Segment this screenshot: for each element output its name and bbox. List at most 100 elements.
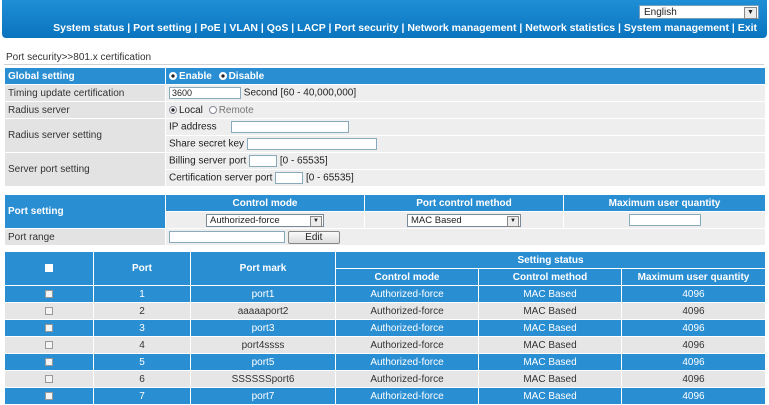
port-cell: 3 [94,320,190,336]
control-method-cell: MAC Based [479,320,621,336]
menu-item-poe[interactable]: PoE [200,22,220,34]
menu-item-network-statistics[interactable]: Network statistics [525,22,615,34]
disable-label: Disable [228,70,265,82]
max-users-input[interactable] [628,214,701,226]
max-users-cell: 4096 [622,354,765,370]
port-mark-cell: aaaaaport2 [191,303,335,319]
max-users-cell: 4096 [622,320,765,336]
table-row[interactable]: 7 port7 Authorized-force MAC Based 4096 [5,388,765,404]
radius-server-label: Radius server [5,102,165,118]
control-mode-cell: Authorized-force [336,303,478,319]
billing-hint: [0 - 65535] [279,155,328,167]
control-method-select[interactable]: MAC Based ▼ [407,213,521,227]
local-label: Local [179,104,203,116]
control-method-cell: MAC Based [479,354,621,370]
table-row[interactable]: 1 port1 Authorized-force MAC Based 4096 [5,286,765,302]
max-users-cell: 4096 [622,337,765,353]
ip-input[interactable] [231,121,350,133]
control-method-value: MAC Based [411,214,462,226]
secret-input[interactable] [246,138,377,150]
max-users-header: Maximum user quantity [564,195,765,211]
row-checkbox[interactable] [45,374,53,383]
row-checkbox[interactable] [45,289,53,298]
select-all-cell [5,252,93,285]
cert-input[interactable] [275,172,304,184]
port-cell: 2 [94,303,190,319]
menu-item-system-status[interactable]: System status [53,22,124,34]
control-method-cell: MAC Based [479,371,621,387]
menu-item-lacp[interactable]: LACP [297,22,325,34]
port-cell: 6 [94,371,190,387]
secret-label: Share secret key [169,138,245,150]
row-checkbox-cell [5,320,93,336]
menu-item-exit[interactable]: Exit [738,22,757,34]
billing-input[interactable] [249,155,278,167]
port-mark-cell: port1 [191,286,335,302]
top-navigation-bar: English ▼ System status | Port setting |… [2,0,767,38]
table-row[interactable]: 6 SSSSSSport6 Authorized-force MAC Based 409… [5,371,765,387]
menu-item-qos[interactable]: QoS [267,22,289,34]
ip-label: IP address [169,121,217,133]
local-radio[interactable] [169,105,177,114]
port-range-input[interactable] [169,231,285,243]
control-mode-cell: Authorized-force [336,354,478,370]
chevron-down-icon: ▼ [310,215,322,227]
row-checkbox-cell [5,388,93,404]
table-row[interactable]: 3 port3 Authorized-force MAC Based 4096 [5,320,765,336]
port-mark-cell: port5 [191,354,335,370]
max-users-cell: 4096 [622,286,765,302]
global-enable-group: Enable Disable [166,68,765,84]
enable-radio[interactable] [169,71,177,80]
timing-label: Timing update certification [5,85,165,101]
port-mark-cell: port4ssss [191,337,335,353]
port-setting-table: Port setting Control mode Port control m… [4,194,766,246]
row-checkbox[interactable] [45,357,53,366]
port-cell: 5 [94,354,190,370]
menu-item-vlan[interactable]: VLAN [229,22,258,34]
chevron-down-icon: ▼ [507,215,519,227]
row-checkbox[interactable] [45,323,53,332]
row-checkbox[interactable] [45,306,53,315]
control-method-cell: MAC Based [479,337,621,353]
port-status-rows: 1 port1 Authorized-force MAC Based 4096 2 aaaa… [5,286,765,404]
remote-radio[interactable] [208,105,217,114]
control-mode-header: Control mode [166,195,364,211]
language-select[interactable]: English ▼ [639,5,759,19]
port-mark-cell: port7 [191,388,335,404]
port-mark-column-header: Port mark [191,252,335,285]
control-method-cell: MAC Based [479,388,621,404]
table-row[interactable]: 4 port4ssss Authorized-force MAC Based 4096 [5,337,765,353]
port-cell: 1 [94,286,190,302]
control-mode-select[interactable]: Authorized-force ▼ [206,213,324,227]
server-port-label: Server port setting [5,153,165,186]
max-users-cell: 4096 [622,371,765,387]
row-checkbox-cell [5,354,93,370]
edit-button[interactable]: Edit [287,230,340,244]
control-mode-cell: Authorized-force [336,286,478,302]
setting-status-header: Setting status [336,252,765,268]
menu-item-port-security[interactable]: Port security [334,22,398,34]
main-menu: System status | Port setting | PoE | VLA… [53,22,757,34]
control-mode-cell: Authorized-force [336,320,478,336]
enable-label: Enable [179,70,212,82]
control-method-cell: MAC Based [479,303,621,319]
select-all-checkbox[interactable] [45,264,53,273]
language-select-value: English [644,7,677,18]
row-checkbox[interactable] [45,340,53,349]
control-mode-value: Authorized-force [210,214,280,226]
cert-label: Certification server port [169,172,273,184]
timing-input[interactable]: 3600 [169,87,241,99]
table-row[interactable]: 5 port5 Authorized-force MAC Based 4096 [5,354,765,370]
disable-radio[interactable] [218,71,227,80]
control-mode-cell: Authorized-force [336,371,478,387]
max-users-subheader: Maximum user quantity [622,269,765,285]
row-checkbox[interactable] [45,391,53,400]
menu-item-system-management[interactable]: System management [624,22,729,34]
menu-item-port-setting[interactable]: Port setting [133,22,191,34]
global-setting-table: Global setting Enable Disable Timing upd… [4,67,766,187]
table-row[interactable]: 2 aaaaaport2 Authorized-force MAC Based 4096 [5,303,765,319]
menu-item-network-management[interactable]: Network management [407,22,516,34]
control-method-cell: MAC Based [479,286,621,302]
port-cell: 7 [94,388,190,404]
port-column-header: Port [94,252,190,285]
